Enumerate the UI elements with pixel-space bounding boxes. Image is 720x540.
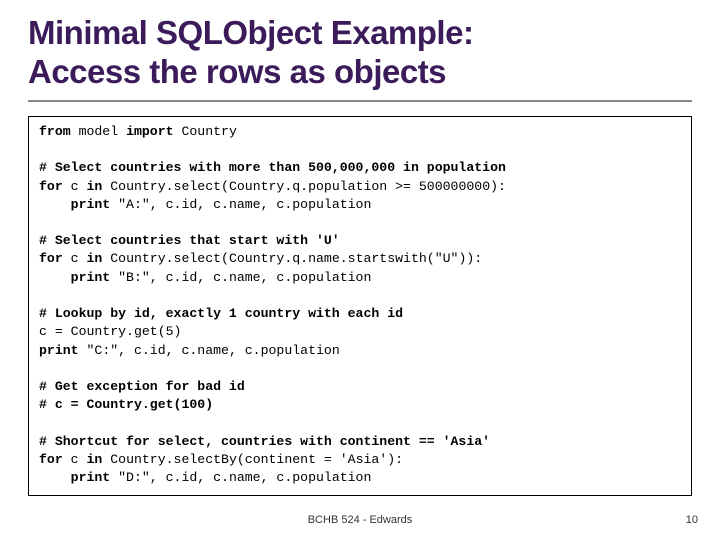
indent xyxy=(39,470,71,485)
page-number: 10 xyxy=(686,514,698,526)
code-text: c xyxy=(63,179,87,194)
slide: Minimal SQLObject Example: Access the ro… xyxy=(0,0,720,540)
code-text: c xyxy=(63,452,87,467)
code-text: Country.select(Country.q.name.startswith… xyxy=(102,251,482,266)
title-underline xyxy=(28,100,692,102)
code-text: "C:", c.id, c.name, c.population xyxy=(79,343,340,358)
footer-text: BCHB 524 - Edwards xyxy=(0,514,720,526)
code-text: Country.selectBy(continent = 'Asia'): xyxy=(102,452,403,467)
comment: # Get exception for bad id xyxy=(39,379,245,394)
title-line-1: Minimal SQLObject Example: xyxy=(28,14,473,51)
kw-for: for xyxy=(39,251,63,266)
code-text: Country xyxy=(174,124,237,139)
kw-import: import xyxy=(126,124,173,139)
indent xyxy=(39,270,71,285)
kw-from: from xyxy=(39,124,71,139)
comment: # Select countries that start with 'U' xyxy=(39,233,340,248)
kw-for: for xyxy=(39,179,63,194)
comment: # c = Country.get(100) xyxy=(39,397,213,412)
title-line-2: Access the rows as objects xyxy=(28,53,446,90)
kw-for: for xyxy=(39,452,63,467)
kw-in: in xyxy=(87,452,103,467)
code-text: Country.select(Country.q.population >= 5… xyxy=(102,179,506,194)
kw-in: in xyxy=(87,251,103,266)
kw-print: print xyxy=(71,270,111,285)
code-text: c = Country.get(5) xyxy=(39,324,181,339)
slide-title: Minimal SQLObject Example: Access the ro… xyxy=(28,14,692,92)
code-text: "D:", c.id, c.name, c.population xyxy=(110,470,371,485)
kw-print: print xyxy=(71,470,111,485)
indent xyxy=(39,197,71,212)
comment: # Shortcut for select, countries with co… xyxy=(39,434,490,449)
comment: # Select countries with more than 500,00… xyxy=(39,160,506,175)
comment: # Lookup by id, exactly 1 country with e… xyxy=(39,306,403,321)
kw-print: print xyxy=(39,343,79,358)
kw-in: in xyxy=(87,179,103,194)
code-text: model xyxy=(71,124,126,139)
code-text: "B:", c.id, c.name, c.population xyxy=(110,270,371,285)
code-box: from model import Country # Select count… xyxy=(28,116,692,496)
kw-print: print xyxy=(71,197,111,212)
code-text: "A:", c.id, c.name, c.population xyxy=(110,197,371,212)
code-text: c xyxy=(63,251,87,266)
